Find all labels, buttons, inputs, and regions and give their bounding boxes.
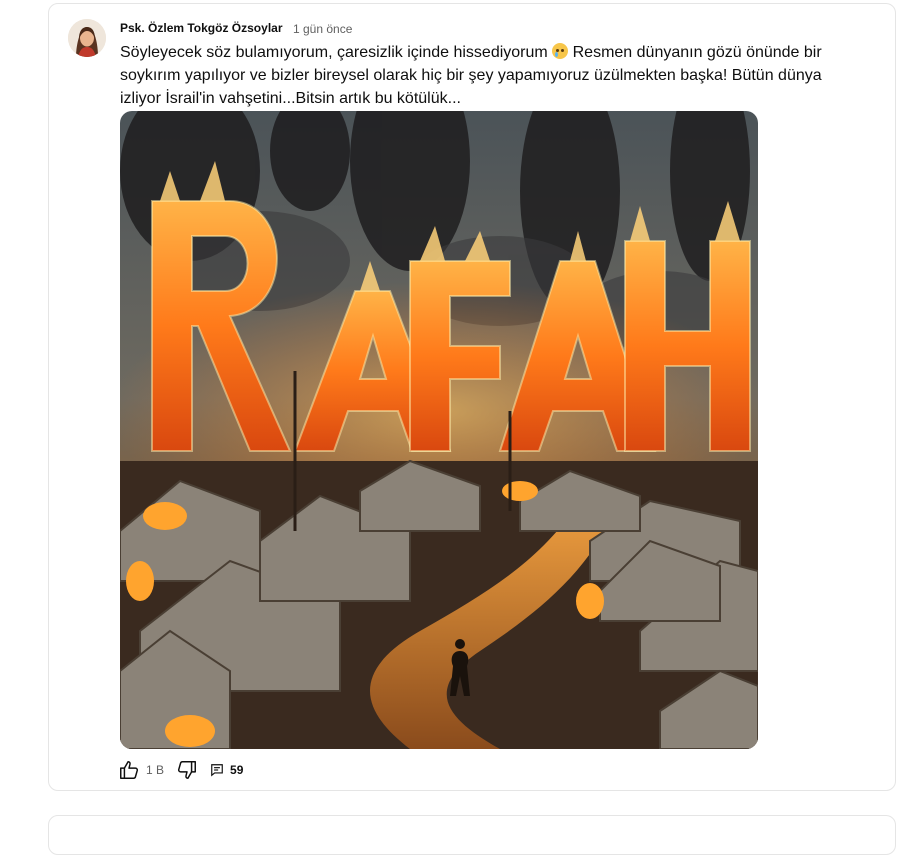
crying-face-emoji-icon: [552, 43, 569, 59]
thumbs-down-icon[interactable]: [174, 757, 200, 783]
post-image[interactable]: [120, 111, 758, 749]
next-comment-card: [48, 815, 896, 855]
replies-button[interactable]: 59: [208, 757, 243, 783]
comment-actions: 1 B 59: [116, 757, 243, 783]
like-count: 1 B: [146, 763, 165, 777]
comment-text: Söyleyecek söz bulamıyorum, çaresizlik i…: [120, 41, 840, 110]
reply-count: 59: [230, 763, 244, 777]
comment-author[interactable]: Psk. Özlem Tokgöz Özsoylar: [120, 21, 283, 35]
thumbs-up-icon[interactable]: [116, 757, 142, 783]
comment-icon: [208, 757, 226, 783]
avatar[interactable]: [68, 19, 106, 57]
comment-time[interactable]: 1 gün önce: [293, 22, 352, 36]
comment-text-part-1: Söyleyecek söz bulamıyorum, çaresizlik i…: [120, 44, 553, 61]
